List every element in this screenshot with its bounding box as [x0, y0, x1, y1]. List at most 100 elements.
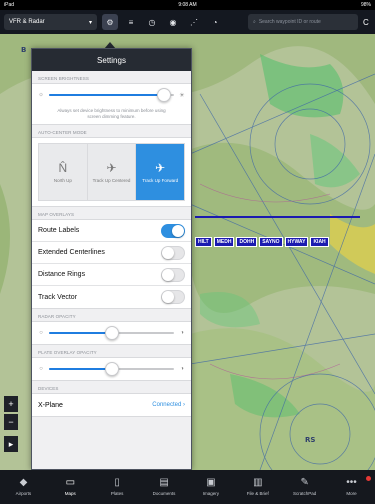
play-button[interactable]: ▸	[4, 436, 18, 452]
mode-track-up-centered[interactable]: ✈ Track Up Centered	[87, 144, 137, 200]
auto-center-mode-selector: N̂ North Up ✈ Track Up Centered ✈ Track …	[38, 143, 185, 201]
opacity-high-icon: ◑	[180, 366, 184, 372]
settings-popover: Settings SCREEN BRIGHTNESS ☼ ☀ Always se…	[31, 48, 192, 470]
slider-fill	[49, 94, 164, 96]
route-waypoint[interactable]: DOHH	[236, 237, 258, 247]
track-up-centered-icon: ✈	[106, 160, 117, 175]
brightness-high-icon: ☀	[179, 92, 185, 99]
brightness-note: Always set device brightness to minimum …	[57, 108, 166, 119]
search-icon: ⌕	[253, 19, 256, 25]
tab-label: Plates	[110, 491, 124, 496]
route-waypoint[interactable]: HILT	[195, 237, 212, 247]
tab-scratchpad[interactable]: ✎ ScratchPad	[281, 470, 328, 504]
extended-centerlines-toggle[interactable]	[161, 245, 185, 260]
status-bar: iPad 9:08 AM 98%	[0, 0, 375, 10]
clock-button[interactable]: ◔	[207, 14, 223, 30]
chevron-down-icon: ▾	[88, 19, 92, 26]
play-icon: ▸	[8, 438, 14, 449]
brightness-card: ☼ ☀ Always set device brightness to mini…	[32, 83, 191, 125]
radar-opacity-card: ○ ◑	[32, 321, 191, 345]
north-up-icon: N̂	[58, 160, 68, 175]
plate-opacity-card: ○ ◑	[32, 357, 191, 381]
section-header: DEVICES	[38, 386, 59, 391]
radar-opacity-track[interactable]	[49, 326, 174, 340]
route-waypoint[interactable]: HYWAY	[284, 237, 309, 247]
connect-button[interactable]: ⋰	[186, 14, 202, 30]
tab-airports[interactable]: ◆ Airports	[0, 470, 47, 504]
tab-maps[interactable]: ▭ Maps	[47, 470, 94, 504]
tab-label: Imagery	[202, 491, 220, 496]
plate-opacity-slider[interactable]: ○ ◑	[32, 358, 191, 380]
overlay-distance-rings: Distance Rings	[32, 264, 191, 286]
minus-icon: −	[8, 417, 14, 427]
clock-icon: ◔	[212, 17, 218, 27]
route-labels-toggle[interactable]	[161, 223, 185, 238]
plate-opacity-track[interactable]	[49, 362, 174, 376]
auto-center-card: N̂ North Up ✈ Track Up Centered ✈ Track …	[32, 137, 191, 207]
route-waypoint[interactable]: KIAH	[310, 237, 329, 247]
zoom-out-button[interactable]: −	[4, 414, 18, 430]
popover-title: Settings	[32, 49, 191, 71]
plus-icon: +	[8, 399, 14, 409]
slider-knob[interactable]	[104, 362, 119, 376]
section-header: AUTO-CENTER MODE	[38, 130, 87, 135]
opacity-high-icon: ◑	[180, 330, 184, 336]
map-label: B	[21, 46, 27, 54]
devices-card: X-Plane Connected ›	[32, 393, 191, 417]
tab-label: File & Brief	[246, 491, 269, 496]
brightness-track[interactable]	[49, 88, 174, 102]
toggle-knob	[162, 246, 174, 259]
radar-opacity-slider[interactable]: ○ ◑	[32, 322, 191, 344]
toggle-knob	[172, 224, 184, 237]
route-waypoint[interactable]: MEDH	[213, 237, 235, 247]
map-toolbar: VFR & Radar ▾ ⚙ ≡ ◷ ◉ ⋰ ◔ ⌕ Search waypo…	[0, 10, 375, 34]
tab-label: Airports	[15, 491, 32, 496]
search-placeholder: Search waypoint ID or route	[258, 19, 321, 25]
timer-button[interactable]: ◷	[144, 14, 160, 30]
plate-icon: ▯	[114, 477, 120, 488]
device-name-label: X-Plane	[38, 401, 63, 409]
settings-button[interactable]: ⚙	[102, 14, 118, 30]
airport-icon: ◆	[19, 477, 28, 488]
slider-fill	[49, 332, 112, 334]
device-status: Connected ›	[152, 402, 185, 408]
tab-file-brief[interactable]: ▥ File & Brief	[234, 470, 281, 504]
mode-north-up[interactable]: N̂ North Up	[39, 144, 88, 200]
overlay-label: Route Labels	[38, 227, 80, 234]
documents-icon: ▤	[159, 477, 169, 488]
layer-selector[interactable]: VFR & Radar ▾	[4, 14, 97, 30]
track-vector-toggle[interactable]	[161, 290, 185, 304]
tab-plates[interactable]: ▯ Plates	[94, 470, 141, 504]
route-waypoint[interactable]: SAYNO	[259, 237, 283, 247]
slider-knob[interactable]	[157, 88, 171, 102]
opacity-low-icon: ○	[39, 366, 43, 372]
slider-knob[interactable]	[104, 326, 119, 340]
connect-icon: ⋰	[190, 17, 198, 27]
track-up-forward-icon: ✈	[155, 160, 166, 175]
record-button[interactable]: ◉	[165, 14, 181, 30]
toggle-knob	[162, 268, 174, 281]
mode-track-up-forward[interactable]: ✈ Track Up Forward	[136, 144, 185, 200]
zoom-in-button[interactable]: +	[4, 396, 18, 412]
overlay-label: Distance Rings	[38, 271, 86, 278]
search-input[interactable]: ⌕ Search waypoint ID or route	[248, 14, 358, 30]
status-time: 9:08 AM	[178, 2, 197, 8]
tab-bar: ◆ Airports ▭ Maps ▯ Plates ▤ Documents ▣ Imag…	[0, 470, 375, 504]
tab-label: Documents	[152, 491, 176, 496]
overlay-label: Extended Centerlines	[38, 249, 105, 256]
file-brief-icon: ▥	[253, 477, 263, 488]
brightness-low-icon: ☼	[38, 92, 44, 98]
flight-route: HILT MEDH DOHH SAYNO HYWAY KIAH	[195, 237, 329, 247]
tab-documents[interactable]: ▤ Documents	[141, 470, 188, 504]
more-toolbar-icon[interactable]: C	[363, 14, 371, 30]
tab-imagery[interactable]: ▣ Imagery	[188, 470, 235, 504]
opacity-low-icon: ○	[39, 330, 43, 336]
device-row-xplane[interactable]: X-Plane Connected ›	[32, 394, 191, 416]
more-icon: •••	[346, 477, 357, 488]
layers-button[interactable]: ≡	[123, 14, 139, 30]
brightness-slider[interactable]: ☼ ☀	[32, 84, 191, 106]
layers-icon: ≡	[128, 17, 134, 27]
distance-rings-toggle[interactable]	[161, 267, 185, 282]
section-header: RADAR OPACITY	[38, 314, 76, 319]
map-icon: ▭	[65, 477, 76, 488]
